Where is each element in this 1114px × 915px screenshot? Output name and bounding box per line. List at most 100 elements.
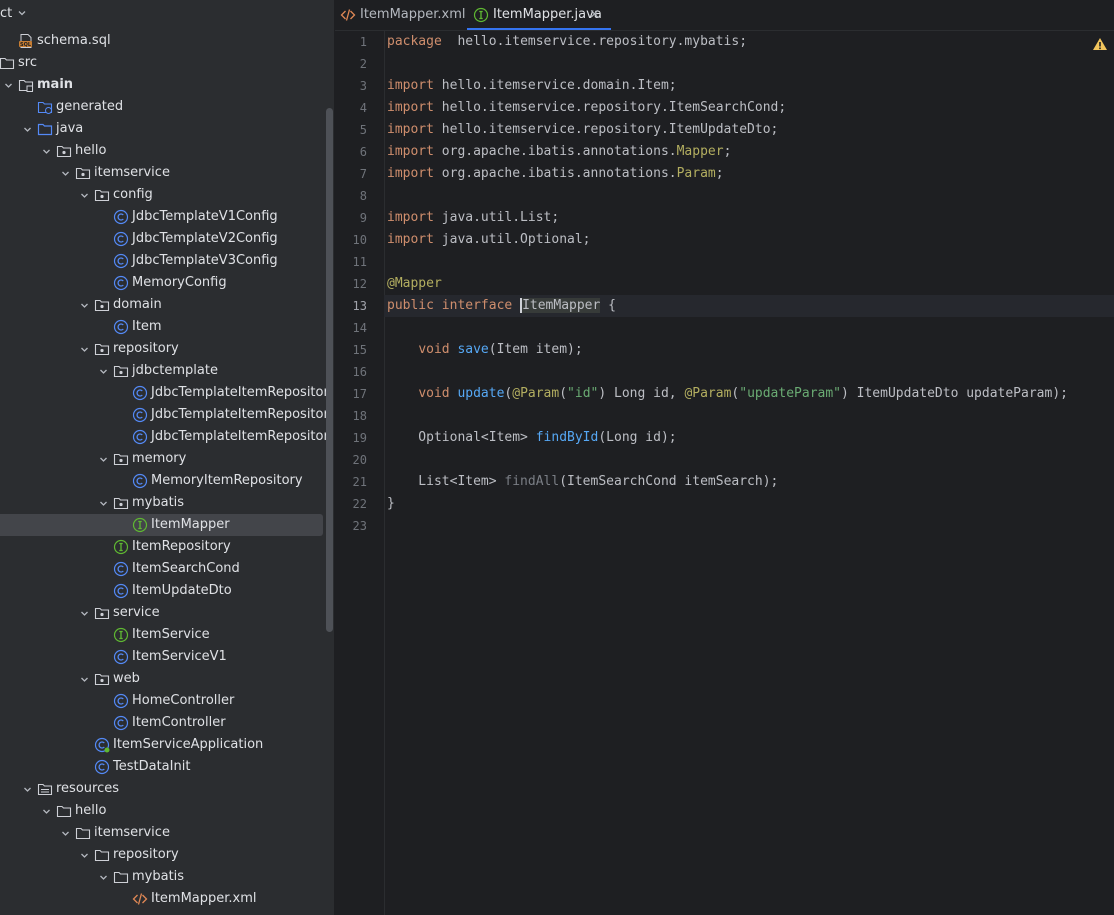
code-line[interactable]: 23 xyxy=(353,515,1114,537)
tree-item[interactable]: TestDataInit xyxy=(0,756,334,778)
tree-item[interactable]: ItemController xyxy=(0,712,334,734)
line-number: 2 xyxy=(359,57,367,71)
tree-item[interactable]: ItemSearchCond xyxy=(0,558,334,580)
code-line[interactable]: 1 package hello.itemservice.repository.my… xyxy=(360,31,1114,53)
tree-item[interactable]: SQL schema.sql xyxy=(0,30,334,52)
tree-item[interactable]: MemoryConfig xyxy=(0,272,334,294)
code-line[interactable]: 4 import hello.itemservice.repository.Ite… xyxy=(360,97,1114,119)
tree-folder[interactable]: web xyxy=(0,668,334,690)
tree-folder[interactable]: itemservice xyxy=(0,162,334,184)
tree-item[interactable]: ItemMapper xyxy=(0,514,323,536)
code-line[interactable]: 15 void save(Item item); xyxy=(353,339,1114,361)
code-line[interactable]: 13 public interface ItemMapper { xyxy=(353,295,1114,317)
code-line[interactable]: 19 Optional<Item> findById(Long id); xyxy=(353,427,1114,449)
tree-item[interactable]: Item xyxy=(0,316,334,338)
tree-item[interactable]: ItemServiceV1 xyxy=(0,646,334,668)
code-line[interactable]: 18 xyxy=(353,405,1114,427)
tree-folder[interactable]: mybatis xyxy=(0,866,334,888)
tree-item[interactable]: ItemServiceApplication xyxy=(0,734,334,756)
tree-item[interactable]: JdbcTemplateV2Config xyxy=(0,228,334,250)
code-line[interactable]: 12 @Mapper xyxy=(353,273,1114,295)
tree-folder[interactable]: main xyxy=(0,74,334,96)
chevron-down-icon[interactable] xyxy=(99,367,108,376)
code-editor[interactable]: 1 package hello.itemservice.repository.my… xyxy=(353,31,1114,537)
tree-item[interactable]: JdbcTemplateV3Config xyxy=(0,250,334,272)
code-line[interactable]: 7 import org.apache.ibatis.annotations.Pa… xyxy=(360,163,1114,185)
tree-folder[interactable]: memory xyxy=(0,448,334,470)
code-line[interactable]: 3 import hello.itemservice.domain.Item; xyxy=(360,75,1114,97)
line-number: 5 xyxy=(359,123,367,137)
chevron-down-icon[interactable] xyxy=(4,81,13,90)
code-line[interactable]: 22} xyxy=(353,493,1114,515)
project-header[interactable]: ct xyxy=(0,0,334,30)
code-text: import hello.itemservice.repository.Item… xyxy=(387,97,786,119)
code-line[interactable]: 6 import org.apache.ibatis.annotations.Ma… xyxy=(360,141,1114,163)
project-title[interactable]: ct xyxy=(0,6,12,21)
code-line[interactable]: 21 List<Item> findAll(ItemSearchCond ite… xyxy=(353,471,1114,493)
chevron-down-icon[interactable] xyxy=(61,169,70,178)
tree-folder[interactable]: itemservice xyxy=(0,822,334,844)
class-icon xyxy=(113,231,129,247)
tree-scrollbar[interactable] xyxy=(326,108,333,632)
chevron-down-icon[interactable] xyxy=(80,675,89,684)
tree-folder[interactable]: hello xyxy=(0,140,334,162)
project-panel: ct SQL schema.sql src main generated java hell… xyxy=(0,0,334,915)
code-token: import xyxy=(387,166,434,181)
chevron-down-icon[interactable] xyxy=(23,785,32,794)
chevron-down-icon[interactable] xyxy=(42,807,51,816)
tree-item[interactable]: JdbcTemplateItemRepositor xyxy=(0,404,334,426)
tree-folder[interactable]: resources xyxy=(0,778,334,800)
tree-item[interactable]: JdbcTemplateItemRepositor xyxy=(0,382,334,404)
tree-item[interactable]: ItemRepository xyxy=(0,536,334,558)
tree-item[interactable]: ItemService xyxy=(0,624,334,646)
code-line[interactable]: 9 import java.util.List; xyxy=(360,207,1114,229)
chevron-down-icon[interactable] xyxy=(80,609,89,618)
tree-folder[interactable]: repository xyxy=(0,844,334,866)
chevron-down-icon[interactable] xyxy=(80,851,89,860)
code-line[interactable]: 5 import hello.itemservice.repository.Ite… xyxy=(360,119,1114,141)
code-token: import xyxy=(387,144,434,159)
tree-item[interactable]: ItemUpdateDto xyxy=(0,580,334,602)
code-line[interactable]: 8 xyxy=(360,185,1114,207)
chevron-down-icon[interactable] xyxy=(99,499,108,508)
tree-folder[interactable]: src xyxy=(0,52,334,74)
tree-item[interactable]: JdbcTemplateV1Config xyxy=(0,206,334,228)
tree-folder[interactable]: config xyxy=(0,184,334,206)
chevron-down-icon[interactable] xyxy=(80,191,89,200)
tree-folder[interactable]: jdbctemplate xyxy=(0,360,334,382)
code-token: java.util.Optional; xyxy=(433,232,591,247)
tree-item[interactable]: HomeController xyxy=(0,690,334,712)
editor-tab[interactable]: ItemMapper.java × xyxy=(467,0,611,30)
code-line[interactable]: 20 xyxy=(353,449,1114,471)
chevron-down-icon[interactable] xyxy=(18,9,26,17)
tree-item[interactable]: JdbcTemplateItemRepositor xyxy=(0,426,334,448)
code-line[interactable]: 17 void update(@Param("id") Long id, @Pa… xyxy=(353,383,1114,405)
tree-item[interactable]: ItemMapper.xml xyxy=(0,888,334,910)
interface-icon xyxy=(473,7,489,23)
code-line[interactable]: 11 xyxy=(353,251,1114,273)
chevron-down-icon[interactable] xyxy=(99,455,108,464)
editor-tab[interactable]: ItemMapper.xml xyxy=(340,0,466,30)
tree-folder[interactable]: service xyxy=(0,602,334,624)
code-line[interactable]: 10 import java.util.Optional; xyxy=(353,229,1114,251)
chevron-down-icon[interactable] xyxy=(99,873,108,882)
chevron-down-icon[interactable] xyxy=(61,829,70,838)
chevron-down-icon[interactable] xyxy=(23,125,32,134)
chevron-down-icon[interactable] xyxy=(80,301,89,310)
chevron-down-icon[interactable] xyxy=(80,345,89,354)
close-icon[interactable]: × xyxy=(589,0,600,30)
code-line[interactable]: 14 xyxy=(353,317,1114,339)
chevron-down-icon[interactable] xyxy=(42,147,51,156)
code-line[interactable]: 2 xyxy=(360,53,1114,75)
tree-item[interactable]: MemoryItemRepository xyxy=(0,470,334,492)
tree-folder[interactable]: java xyxy=(0,118,334,140)
tree-folder[interactable]: domain xyxy=(0,294,334,316)
svg-text:SQL: SQL xyxy=(20,42,32,48)
tree-folder[interactable]: hello xyxy=(0,800,334,822)
tree-folder[interactable]: mybatis xyxy=(0,492,334,514)
code-line[interactable]: 16 xyxy=(353,361,1114,383)
tree-folder[interactable]: repository xyxy=(0,338,334,360)
tree-item-label: ItemController xyxy=(132,715,226,730)
tree-item[interactable]: generated xyxy=(0,96,334,118)
line-number: 3 xyxy=(359,79,367,93)
